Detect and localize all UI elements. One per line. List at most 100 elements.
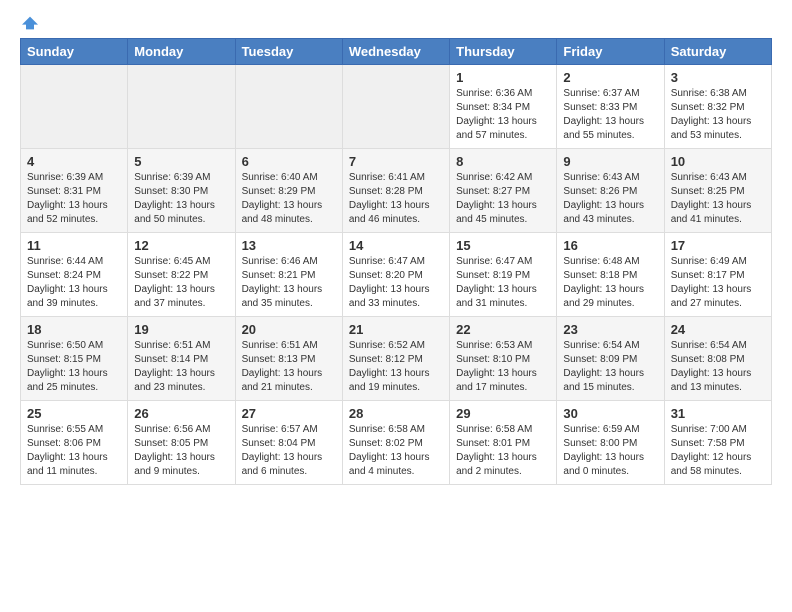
page-header (20, 16, 772, 30)
day-detail: Sunrise: 6:54 AM Sunset: 8:08 PM Dayligh… (671, 339, 765, 395)
calendar-cell: 27Sunrise: 6:57 AM Sunset: 8:04 PM Dayli… (235, 401, 342, 485)
day-number: 17 (671, 238, 765, 253)
day-number: 29 (456, 406, 550, 421)
calendar-row-4: 25 Sunrise: 6:55 AM Sunset: 8:06 PM Dayli… (21, 401, 772, 485)
calendar-cell: 25 Sunrise: 6:55 AM Sunset: 8:06 PM Dayli… (21, 401, 128, 485)
calendar-cell: 4 Sunrise: 6:39 AM Sunset: 8:31 PM Daylig… (21, 149, 128, 233)
calendar-cell: 20 Sunrise: 6:51 AM Sunset: 8:13 PM Dayli… (235, 317, 342, 401)
calendar-header-friday: Friday (557, 39, 664, 65)
day-detail: Sunrise: 6:51 AM Sunset: 8:14 PM Dayligh… (134, 339, 228, 395)
day-detail: Sunrise: 6:57 AM Sunset: 8:04 PM Dayligh… (242, 423, 336, 479)
calendar-cell: 26Sunrise: 6:56 AM Sunset: 8:05 PM Dayli… (128, 401, 235, 485)
day-number: 18 (27, 322, 121, 337)
calendar-header-sunday: Sunday (21, 39, 128, 65)
calendar-cell: 30 Sunrise: 6:59 AM Sunset: 8:00 PM Dayli… (557, 401, 664, 485)
day-detail: Sunrise: 6:52 AM Sunset: 8:12 PM Dayligh… (349, 339, 443, 395)
day-detail: Sunrise: 6:43 AM Sunset: 8:26 PM Dayligh… (563, 171, 657, 227)
day-detail: Sunrise: 6:55 AM Sunset: 8:06 PM Dayligh… (27, 423, 121, 479)
day-detail: Sunrise: 7:00 AM Sunset: 7:58 PM Dayligh… (671, 423, 765, 479)
day-detail: Sunrise: 6:49 AM Sunset: 8:17 PM Dayligh… (671, 255, 765, 311)
calendar-row-2: 11 Sunrise: 6:44 AM Sunset: 8:24 PM Dayli… (21, 233, 772, 317)
day-number: 30 (563, 406, 657, 421)
day-detail: Sunrise: 6:47 AM Sunset: 8:19 PM Dayligh… (456, 255, 550, 311)
day-detail: Sunrise: 6:46 AM Sunset: 8:21 PM Dayligh… (242, 255, 336, 311)
day-detail: Sunrise: 6:58 AM Sunset: 8:01 PM Dayligh… (456, 423, 550, 479)
day-detail: Sunrise: 6:44 AM Sunset: 8:24 PM Dayligh… (27, 255, 121, 311)
calendar-header-thursday: Thursday (450, 39, 557, 65)
day-number: 3 (671, 70, 765, 85)
day-detail: Sunrise: 6:40 AM Sunset: 8:29 PM Dayligh… (242, 171, 336, 227)
day-number: 24 (671, 322, 765, 337)
day-detail: Sunrise: 6:50 AM Sunset: 8:15 PM Dayligh… (27, 339, 121, 395)
calendar-header-tuesday: Tuesday (235, 39, 342, 65)
logo (20, 16, 38, 30)
day-detail: Sunrise: 6:45 AM Sunset: 8:22 PM Dayligh… (134, 255, 228, 311)
day-number: 21 (349, 322, 443, 337)
day-detail: Sunrise: 6:41 AM Sunset: 8:28 PM Dayligh… (349, 171, 443, 227)
day-number: 16 (563, 238, 657, 253)
calendar-cell (235, 65, 342, 149)
day-number: 5 (134, 154, 228, 169)
calendar-header-row: SundayMondayTuesdayWednesdayThursdayFrid… (21, 39, 772, 65)
calendar-cell: 21 Sunrise: 6:52 AM Sunset: 8:12 PM Dayli… (342, 317, 449, 401)
calendar-cell: 6 Sunrise: 6:40 AM Sunset: 8:29 PM Daylig… (235, 149, 342, 233)
calendar-cell: 5 Sunrise: 6:39 AM Sunset: 8:30 PM Daylig… (128, 149, 235, 233)
day-number: 14 (349, 238, 443, 253)
calendar-cell (342, 65, 449, 149)
calendar-cell: 16 Sunrise: 6:48 AM Sunset: 8:18 PM Dayli… (557, 233, 664, 317)
calendar-cell: 23Sunrise: 6:54 AM Sunset: 8:09 PM Dayli… (557, 317, 664, 401)
calendar-cell: 12 Sunrise: 6:45 AM Sunset: 8:22 PM Dayli… (128, 233, 235, 317)
calendar-cell: 13 Sunrise: 6:46 AM Sunset: 8:21 PM Dayli… (235, 233, 342, 317)
day-detail: Sunrise: 6:47 AM Sunset: 8:20 PM Dayligh… (349, 255, 443, 311)
calendar-cell (128, 65, 235, 149)
day-number: 2 (563, 70, 657, 85)
day-number: 15 (456, 238, 550, 253)
calendar-cell: 31 Sunrise: 7:00 AM Sunset: 7:58 PM Dayli… (664, 401, 771, 485)
calendar-table: SundayMondayTuesdayWednesdayThursdayFrid… (20, 38, 772, 485)
day-detail: Sunrise: 6:53 AM Sunset: 8:10 PM Dayligh… (456, 339, 550, 395)
calendar-cell: 29 Sunrise: 6:58 AM Sunset: 8:01 PM Dayli… (450, 401, 557, 485)
calendar-cell: 9 Sunrise: 6:43 AM Sunset: 8:26 PM Daylig… (557, 149, 664, 233)
day-number: 28 (349, 406, 443, 421)
calendar-cell: 3 Sunrise: 6:38 AM Sunset: 8:32 PM Daylig… (664, 65, 771, 149)
day-detail: Sunrise: 6:36 AM Sunset: 8:34 PM Dayligh… (456, 87, 550, 143)
calendar-cell: 19Sunrise: 6:51 AM Sunset: 8:14 PM Dayli… (128, 317, 235, 401)
day-detail: Sunrise: 6:42 AM Sunset: 8:27 PM Dayligh… (456, 171, 550, 227)
calendar-row-3: 18 Sunrise: 6:50 AM Sunset: 8:15 PM Dayli… (21, 317, 772, 401)
calendar-cell: 2Sunrise: 6:37 AM Sunset: 8:33 PM Daylig… (557, 65, 664, 149)
calendar-cell: 8 Sunrise: 6:42 AM Sunset: 8:27 PM Daylig… (450, 149, 557, 233)
day-number: 25 (27, 406, 121, 421)
calendar-cell: 28Sunrise: 6:58 AM Sunset: 8:02 PM Dayli… (342, 401, 449, 485)
calendar-cell: 11 Sunrise: 6:44 AM Sunset: 8:24 PM Dayli… (21, 233, 128, 317)
day-number: 11 (27, 238, 121, 253)
calendar-header-wednesday: Wednesday (342, 39, 449, 65)
day-number: 4 (27, 154, 121, 169)
day-number: 7 (349, 154, 443, 169)
calendar-cell: 17 Sunrise: 6:49 AM Sunset: 8:17 PM Dayli… (664, 233, 771, 317)
day-detail: Sunrise: 6:59 AM Sunset: 8:00 PM Dayligh… (563, 423, 657, 479)
day-number: 1 (456, 70, 550, 85)
day-detail: Sunrise: 6:38 AM Sunset: 8:32 PM Dayligh… (671, 87, 765, 143)
day-detail: Sunrise: 6:39 AM Sunset: 8:31 PM Dayligh… (27, 171, 121, 227)
calendar-cell: 24 Sunrise: 6:54 AM Sunset: 8:08 PM Dayli… (664, 317, 771, 401)
logo-icon (22, 16, 38, 30)
calendar-cell: 14 Sunrise: 6:47 AM Sunset: 8:20 PM Dayli… (342, 233, 449, 317)
calendar-cell: 1 Sunrise: 6:36 AM Sunset: 8:34 PM Daylig… (450, 65, 557, 149)
day-number: 31 (671, 406, 765, 421)
day-detail: Sunrise: 6:51 AM Sunset: 8:13 PM Dayligh… (242, 339, 336, 395)
day-detail: Sunrise: 6:43 AM Sunset: 8:25 PM Dayligh… (671, 171, 765, 227)
calendar-cell: 15 Sunrise: 6:47 AM Sunset: 8:19 PM Dayli… (450, 233, 557, 317)
day-number: 22 (456, 322, 550, 337)
day-number: 8 (456, 154, 550, 169)
day-number: 20 (242, 322, 336, 337)
day-number: 9 (563, 154, 657, 169)
calendar-header-monday: Monday (128, 39, 235, 65)
calendar-cell: 22 Sunrise: 6:53 AM Sunset: 8:10 PM Dayli… (450, 317, 557, 401)
day-detail: Sunrise: 6:48 AM Sunset: 8:18 PM Dayligh… (563, 255, 657, 311)
day-detail: Sunrise: 6:39 AM Sunset: 8:30 PM Dayligh… (134, 171, 228, 227)
calendar-row-0: 1 Sunrise: 6:36 AM Sunset: 8:34 PM Daylig… (21, 65, 772, 149)
day-number: 13 (242, 238, 336, 253)
day-number: 6 (242, 154, 336, 169)
day-number: 12 (134, 238, 228, 253)
calendar-cell (21, 65, 128, 149)
